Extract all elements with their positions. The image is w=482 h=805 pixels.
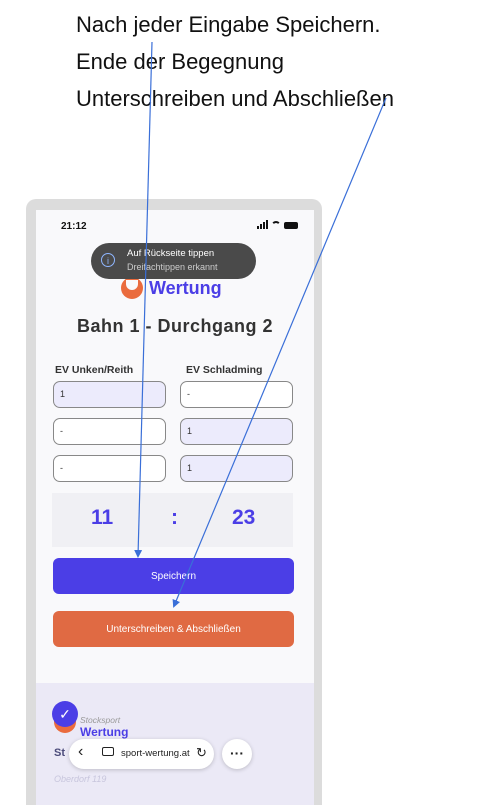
arrow-line-2 bbox=[172, 97, 387, 608]
arrow-line-1 bbox=[134, 41, 153, 558]
annotation-arrows bbox=[134, 41, 387, 608]
